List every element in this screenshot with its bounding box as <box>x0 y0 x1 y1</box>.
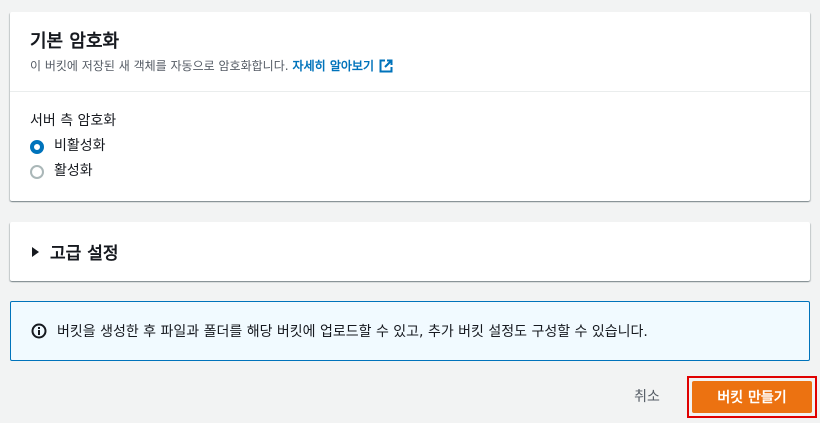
radio-enable-button[interactable] <box>30 164 44 179</box>
radio-disable[interactable]: 비활성화 <box>30 138 790 155</box>
learn-more-label: 자세히 알아보기 <box>292 59 375 73</box>
encryption-title: 기본 암호화 <box>30 31 120 52</box>
radio-enable[interactable]: 활성화 <box>30 163 790 180</box>
info-icon <box>31 323 47 339</box>
radio-disable-button[interactable] <box>30 139 44 154</box>
advanced-settings-title: 고급 설정 <box>50 244 119 264</box>
server-side-encryption-label: 서버 측 암호화 <box>30 113 117 129</box>
caret-right-icon <box>32 246 39 257</box>
radio-disable-label: 비활성화 <box>54 138 106 154</box>
encryption-body: 서버 측 암호화 비활성화 활성화 <box>10 92 810 180</box>
radio-enable-label: 활성화 <box>54 163 93 179</box>
info-alert: 버킷을 생성한 후 파일과 폴더를 해당 버킷에 업로드할 수 있고, 추가 버… <box>10 301 810 361</box>
advanced-settings-toggle[interactable]: 고급 설정 <box>10 222 810 281</box>
external-link-icon <box>379 59 393 73</box>
encryption-description: 이 버킷에 저장된 새 객체를 자동으로 암호화합니다. 자세히 알아보기 <box>30 58 790 74</box>
encryption-description-text: 이 버킷에 저장된 새 객체를 자동으로 암호화합니다. <box>30 59 289 73</box>
cancel-button[interactable]: 취소 <box>618 382 676 410</box>
encryption-header: 기본 암호화 이 버킷에 저장된 새 객체를 자동으로 암호화합니다. 자세히 … <box>10 12 810 92</box>
info-text: 버킷을 생성한 후 파일과 폴더를 해당 버킷에 업로드할 수 있고, 추가 버… <box>57 324 648 340</box>
default-encryption-panel: 기본 암호화 이 버킷에 저장된 새 객체를 자동으로 암호화합니다. 자세히 … <box>10 12 810 201</box>
learn-more-link[interactable]: 자세히 알아보기 <box>293 58 393 74</box>
create-bucket-button[interactable]: 버킷 만들기 <box>692 381 812 413</box>
